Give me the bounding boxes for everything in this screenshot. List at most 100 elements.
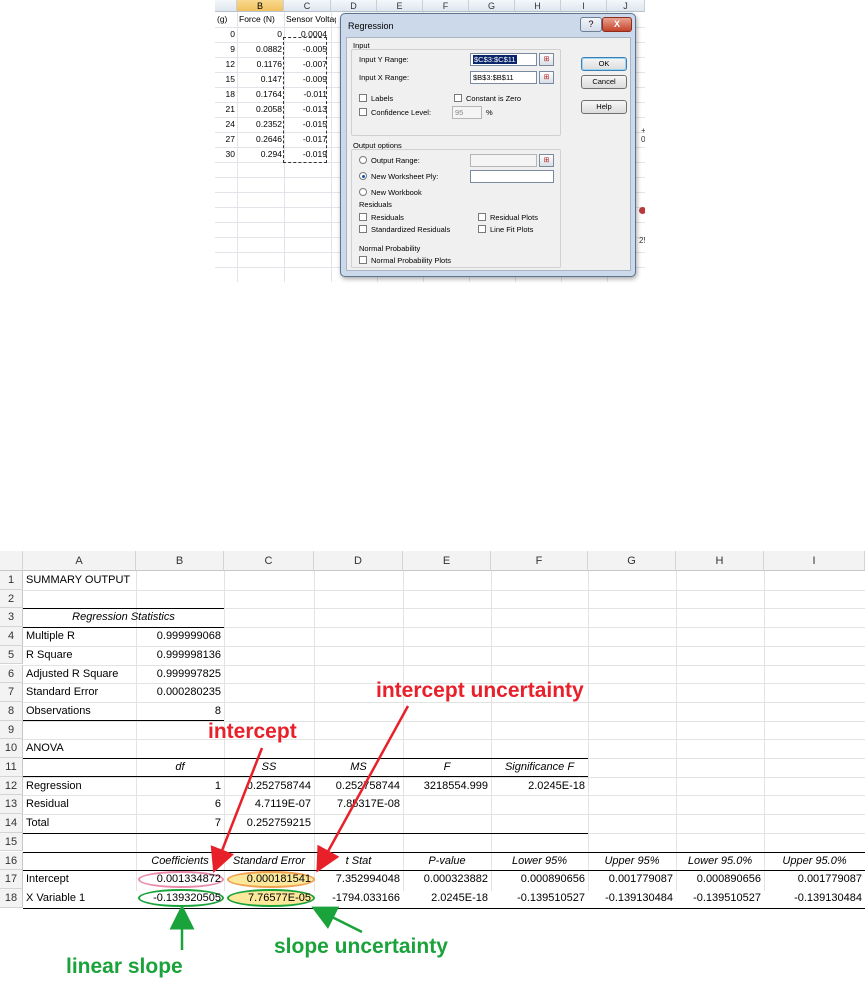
coef-cell[interactable]: 7.352994048 bbox=[314, 870, 403, 889]
y-range-collapse-icon[interactable]: ⊞ bbox=[539, 53, 554, 66]
coef-cell[interactable]: -0.139510527 bbox=[491, 889, 588, 908]
header-force[interactable]: Force (N) bbox=[237, 12, 284, 27]
help-button[interactable]: Help bbox=[581, 100, 627, 114]
cell-mass[interactable]: 18 bbox=[215, 87, 237, 102]
cell-mass[interactable]: 15 bbox=[215, 72, 237, 87]
row-header[interactable]: 3 bbox=[0, 608, 23, 628]
header-sensor-voltage[interactable]: Sensor Voltage bbox=[284, 12, 336, 27]
row-header[interactable]: 7 bbox=[0, 683, 23, 702]
stat-value[interactable]: 0.000280235 bbox=[136, 683, 224, 702]
x-range-input[interactable]: $B$3:$B$11 bbox=[470, 71, 537, 84]
residuals-checkbox[interactable] bbox=[359, 213, 367, 221]
coef-cell[interactable]: -0.139130484 bbox=[588, 889, 676, 908]
column-header-i[interactable]: I bbox=[561, 0, 607, 12]
column-header-g[interactable]: G bbox=[588, 551, 676, 571]
stat-value[interactable]: 0.999997825 bbox=[136, 665, 224, 684]
corner-cell[interactable] bbox=[0, 551, 23, 571]
cell-force[interactable]: 0.2646 bbox=[237, 132, 284, 147]
row-header[interactable]: 8 bbox=[0, 701, 23, 721]
column-header-a[interactable] bbox=[215, 0, 237, 12]
coef-header[interactable]: Upper 95.0% bbox=[764, 852, 865, 871]
stat-value[interactable]: 0.999999068 bbox=[136, 627, 224, 646]
column-header-i[interactable]: I bbox=[764, 551, 865, 571]
stat-value[interactable]: 8 bbox=[136, 702, 224, 721]
output-range-radio[interactable] bbox=[359, 156, 367, 164]
column-header-f[interactable]: F bbox=[491, 551, 588, 571]
anova-cell[interactable]: 4.7119E-07 bbox=[224, 795, 314, 814]
column-header-e[interactable]: E bbox=[377, 0, 423, 12]
column-header-d[interactable]: D bbox=[314, 551, 403, 571]
cell-force[interactable]: 0.2058 bbox=[237, 102, 284, 117]
labels-checkbox[interactable] bbox=[359, 94, 367, 102]
coef-header[interactable]: Coefficients bbox=[136, 852, 224, 871]
cell-mass[interactable]: 27 bbox=[215, 132, 237, 147]
stat-value[interactable]: 0.999998136 bbox=[136, 646, 224, 665]
column-header-f[interactable]: F bbox=[423, 0, 469, 12]
title-help-button[interactable]: ? bbox=[580, 17, 602, 32]
line-fit-checkbox[interactable] bbox=[478, 225, 486, 233]
row-header[interactable]: 10 bbox=[0, 739, 23, 758]
anova-cell[interactable]: 1 bbox=[136, 777, 224, 796]
summary-title[interactable]: SUMMARY OUTPUT bbox=[23, 571, 133, 590]
coef-row-label[interactable]: X Variable 1 bbox=[23, 889, 88, 908]
residual-plots-checkbox[interactable] bbox=[478, 213, 486, 221]
coef-header[interactable]: P-value bbox=[403, 852, 491, 871]
coef-header[interactable]: Standard Error bbox=[224, 852, 314, 871]
coef-header[interactable]: Lower 95% bbox=[491, 852, 588, 871]
coef-header[interactable]: Upper 95% bbox=[588, 852, 676, 871]
stat-label[interactable]: R Square bbox=[23, 646, 75, 665]
cell-force[interactable]: 0.2352 bbox=[237, 117, 284, 132]
coef-header[interactable]: Lower 95.0% bbox=[676, 852, 764, 871]
row-header[interactable]: 17 bbox=[0, 870, 23, 889]
coef-cell[interactable]: -0.139130484 bbox=[764, 889, 865, 908]
anova-cell[interactable]: 0.252759215 bbox=[224, 814, 314, 833]
cell-force[interactable]: 0.1176 bbox=[237, 57, 284, 72]
new-ply-radio[interactable] bbox=[359, 172, 367, 180]
row-header[interactable]: 9 bbox=[0, 720, 23, 740]
new-ply-input[interactable] bbox=[470, 170, 554, 183]
output-range-input[interactable] bbox=[470, 154, 537, 167]
coef-cell[interactable]: 0.000890656 bbox=[676, 870, 764, 889]
anova-row-label[interactable]: Residual bbox=[23, 795, 72, 814]
header-mass[interactable]: (g) bbox=[215, 12, 237, 27]
row-header[interactable]: 11 bbox=[0, 758, 23, 777]
intercept-std-error[interactable]: 0.000181541 bbox=[224, 870, 314, 889]
constant-zero-checkbox[interactable] bbox=[454, 94, 462, 102]
row-header[interactable]: 16 bbox=[0, 851, 23, 871]
cell-force[interactable]: 0.1764 bbox=[237, 87, 284, 102]
anova-row-label[interactable]: Total bbox=[23, 814, 52, 833]
cell-mass[interactable]: 21 bbox=[215, 102, 237, 117]
cell-force[interactable]: 0.147 bbox=[237, 72, 284, 87]
row-header[interactable]: 6 bbox=[0, 664, 23, 684]
column-header-h[interactable]: H bbox=[515, 0, 561, 12]
anova-cell[interactable]: 7 bbox=[136, 814, 224, 833]
coef-cell[interactable]: 0.001779087 bbox=[764, 870, 865, 889]
row-header[interactable]: 12 bbox=[0, 776, 23, 796]
x-range-collapse-icon[interactable]: ⊞ bbox=[539, 71, 554, 84]
row-header[interactable]: 13 bbox=[0, 795, 23, 815]
coef-cell[interactable]: 0.000890656 bbox=[491, 870, 588, 889]
coef-cell[interactable]: 0.000323882 bbox=[403, 870, 491, 889]
row-header[interactable]: 1 bbox=[0, 571, 23, 590]
stat-label[interactable]: Standard Error bbox=[23, 683, 101, 702]
regression-stats-title[interactable]: Regression Statistics bbox=[23, 608, 224, 627]
coef-header[interactable]: t Stat bbox=[314, 852, 403, 871]
coef-cell[interactable]: -0.139510527 bbox=[676, 889, 764, 908]
column-header-b[interactable]: B bbox=[237, 0, 284, 12]
output-range-collapse-icon[interactable]: ⊞ bbox=[539, 154, 554, 167]
anova-cell[interactable]: 6 bbox=[136, 795, 224, 814]
cell-mass[interactable]: 12 bbox=[215, 57, 237, 72]
stat-label[interactable]: Observations bbox=[23, 702, 94, 721]
anova-title[interactable]: ANOVA bbox=[23, 739, 67, 758]
cell-mass[interactable]: 30 bbox=[215, 147, 237, 162]
slope-coefficient[interactable]: -0.139320505 bbox=[136, 889, 224, 908]
anova-cell[interactable]: 0.252758744 bbox=[314, 777, 403, 796]
row-header[interactable]: 14 bbox=[0, 814, 23, 833]
stat-label[interactable]: Multiple R bbox=[23, 627, 78, 646]
column-header-c[interactable]: C bbox=[284, 0, 331, 12]
confidence-checkbox[interactable] bbox=[359, 108, 367, 116]
coef-cell[interactable]: 0.001779087 bbox=[588, 870, 676, 889]
cancel-button[interactable]: Cancel bbox=[581, 75, 627, 89]
anova-header[interactable]: MS bbox=[314, 758, 403, 777]
anova-header[interactable]: Significance F bbox=[491, 758, 588, 777]
